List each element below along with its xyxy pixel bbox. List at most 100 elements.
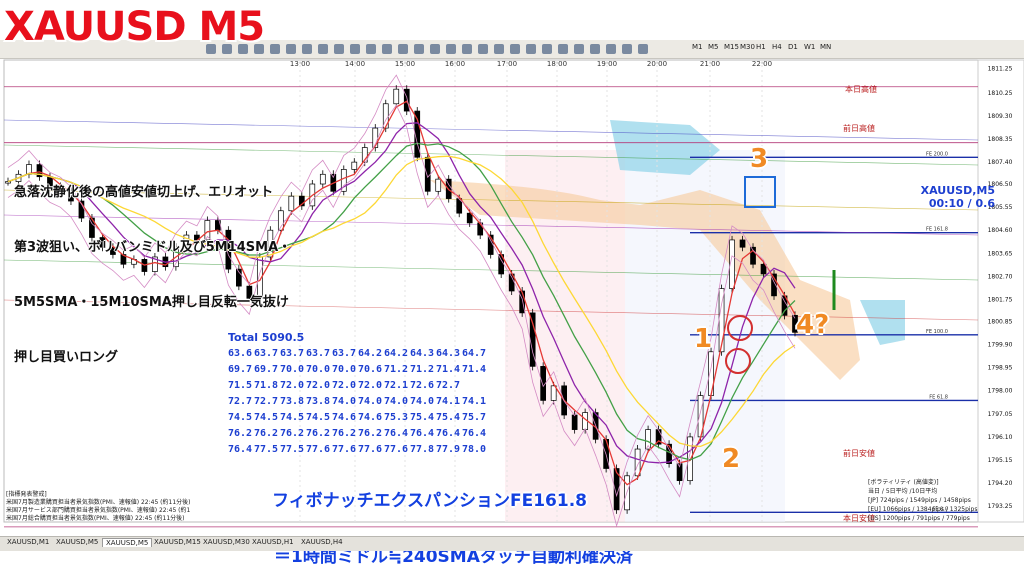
bar-timer: 00:10 / 0.6 [928, 197, 995, 210]
candle-body [351, 161, 358, 170]
candle-body [288, 195, 295, 212]
grid-cell: 77.5 [254, 444, 279, 455]
value-grid: Total 5090.5 63.6 63.7 63.7 63.7 63.7 64.2 64.… [228, 331, 488, 459]
toolbar-icon[interactable] [462, 44, 472, 54]
toolbar-icon[interactable] [414, 44, 424, 54]
grid-cell: 69.7 [228, 364, 253, 375]
toolbar-icon[interactable] [590, 44, 600, 54]
toolbar-icon[interactable] [350, 44, 360, 54]
chart-tab[interactable]: XAUUSD,M5 [102, 538, 153, 547]
symbol-name: XAUUSD,M5 [920, 184, 995, 197]
grid-cell: 70.0 [280, 364, 305, 375]
grid-cell: 77.8 [410, 444, 435, 455]
grid-cell: 63.7 [280, 348, 305, 359]
timeframe-button[interactable]: MN [820, 43, 831, 51]
toolbar-icon[interactable] [366, 44, 376, 54]
timeframe-button[interactable]: M5 [708, 43, 719, 51]
grid-cell: 63.6 [228, 348, 253, 359]
toolbar-icon[interactable] [382, 44, 392, 54]
grid-cell: 77.6 [384, 444, 409, 455]
grid-cell: 74.1 [436, 396, 461, 407]
grid-cell: 76.4 [462, 428, 487, 439]
grid-cell: 76.4 [384, 428, 409, 439]
grid-cell: 64.7 [462, 348, 487, 359]
grid-cell: 74.0 [358, 396, 383, 407]
toolbar-icon[interactable] [446, 44, 456, 54]
today-high-label: 本日高値 [845, 85, 877, 94]
chart-title: XAUUSD M5 [4, 4, 265, 50]
timeframe-button[interactable]: M1 [692, 43, 703, 51]
toolbar-icon[interactable] [622, 44, 632, 54]
toolbar-icon[interactable] [318, 44, 328, 54]
timeframe-button[interactable]: M30 [740, 43, 755, 51]
y-tick-label: 1793.25 [988, 503, 1013, 510]
grid-cell: 77.5 [280, 444, 305, 455]
candle-body [403, 88, 410, 112]
volatility-line: 当日 / 5日平均 /10日平均 [868, 488, 938, 495]
grid-cell: 63.7 [306, 348, 331, 359]
y-tick-label: 1798.00 [988, 388, 1013, 395]
chart-tab[interactable]: XAUUSD,H4 [298, 538, 346, 546]
grid-cell: 76.2 [228, 428, 253, 439]
y-tick-label: 1800.85 [988, 318, 1013, 325]
chart-tab[interactable]: XAUUSD,M1 [4, 538, 52, 546]
grid-cell: 72.6 [410, 380, 435, 391]
grid-table: 63.6 63.7 63.7 63.7 63.7 64.2 64.2 64.3 64.3 64.7… [228, 347, 488, 459]
y-tick-label: 1799.90 [988, 341, 1013, 348]
y-tick-label: 1794.20 [988, 480, 1013, 487]
candle-body [424, 156, 431, 192]
annotation-line-4: 押し目買いロング [14, 350, 119, 365]
toolbar-icon[interactable] [302, 44, 312, 54]
toolbar-icon[interactable] [430, 44, 440, 54]
grid-cell: 76.2 [358, 428, 383, 439]
toolbar-icon[interactable] [334, 44, 344, 54]
toolbar-icon[interactable] [478, 44, 488, 54]
toolbar-icon[interactable] [526, 44, 536, 54]
toolbar-icon[interactable] [574, 44, 584, 54]
fe-annotation: フィボナッチエクスパンションFE161.8 [272, 491, 587, 511]
timeframe-button[interactable]: H1 [756, 43, 766, 51]
grid-cell: 74.0 [410, 396, 435, 407]
volatility-line: [JP] 724pips / 1549pips / 1458pips [868, 497, 971, 504]
y-tick-label: 1804.60 [988, 227, 1013, 234]
chart-tab[interactable]: XAUUSD,H1 [249, 538, 297, 546]
grid-cell: 74.5 [306, 412, 331, 423]
timeframe-button[interactable]: W1 [804, 43, 815, 51]
grid-row: 72.7 72.7 73.8 73.8 74.0 74.0 74.0 74.0 74.1 74.1 [228, 395, 488, 411]
grid-cell: 74.6 [332, 412, 357, 423]
alert-line: [指標発表警戒] [6, 491, 47, 498]
toolbar-icon[interactable] [286, 44, 296, 54]
grid-cell: 72.7 [254, 396, 279, 407]
grid-cell: 75.3 [384, 412, 409, 423]
toolbar-icon[interactable] [606, 44, 616, 54]
grid-cell: 69.7 [254, 364, 279, 375]
toolbar-icon[interactable] [542, 44, 552, 54]
annotation-line-3: 5M5SMA・15M10SMA押し目反転一気抜け [14, 295, 289, 310]
grid-cell: 74.5 [280, 412, 305, 423]
timeframe-button[interactable]: M15 [724, 43, 739, 51]
toolbar-icon[interactable] [638, 44, 648, 54]
candle-body [739, 239, 746, 248]
timeframe-button[interactable]: D1 [788, 43, 798, 51]
grid-cell: 64.2 [358, 348, 383, 359]
volatility-panel: [ボラティリティ (高値変)] 当日 / 5日平均 /10日平均 [JP] 724p… [868, 478, 977, 523]
grid-cell: 70.0 [332, 364, 357, 375]
y-tick-label: 1808.35 [988, 136, 1013, 143]
grid-cell: 70.0 [306, 364, 331, 375]
toolbar-icon[interactable] [398, 44, 408, 54]
grid-cell: 70.6 [358, 364, 383, 375]
level-label: FE 200.0 [926, 151, 948, 157]
chart-tab[interactable]: XAUUSD,M5 [53, 538, 101, 546]
toolbar-icon[interactable] [270, 44, 280, 54]
price-axis [977, 59, 1024, 523]
grid-cell: 76.4 [410, 428, 435, 439]
grid-cell: 72.1 [384, 380, 409, 391]
annotation-line-2: 第3波狙い、ボリバンミドル及び5M14SMA・ [14, 240, 292, 255]
chart-tab[interactable]: XAUUSD,M15 [151, 538, 204, 546]
chart-tab[interactable]: XAUUSD,M30 [200, 538, 253, 546]
grid-cell: 72.7 [436, 380, 461, 391]
toolbar-icon[interactable] [494, 44, 504, 54]
toolbar-icon[interactable] [558, 44, 568, 54]
timeframe-button[interactable]: H4 [772, 43, 782, 51]
toolbar-icon[interactable] [510, 44, 520, 54]
